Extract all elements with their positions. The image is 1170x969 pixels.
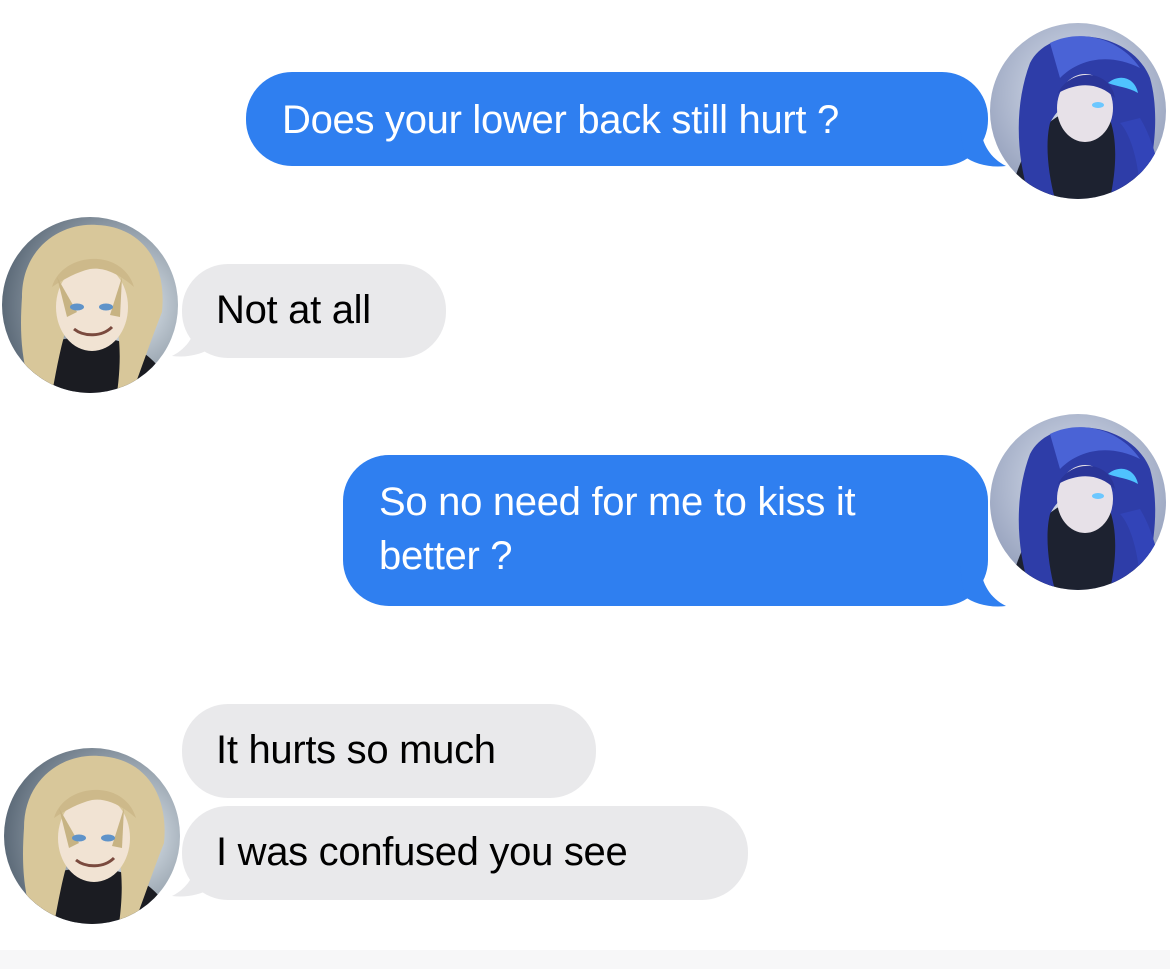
received-message-bubble[interactable]: I was confused you see [182,806,748,900]
sender-avatar[interactable] [990,23,1166,199]
sender-avatar[interactable] [990,414,1166,590]
sent-message-bubble[interactable]: Does your lower back still hurt ? [246,72,988,166]
blue-haired-character-avatar-icon [990,23,1166,199]
blonde-character-avatar-icon [4,748,180,924]
bottom-strip [0,950,1170,969]
chat-thread: Does your lower back still hurt ? Not at… [0,0,1170,969]
blonde-character-avatar-icon [2,217,178,393]
sent-message-bubble[interactable]: So no need for me to kiss it better ? [343,455,988,606]
sent-bubble-tail [960,566,1006,607]
received-message-bubble[interactable]: Not at all [182,264,446,358]
blue-haired-character-avatar-icon [990,414,1166,590]
received-message-bubble[interactable]: It hurts so much [182,704,596,798]
receiver-avatar[interactable] [4,748,180,924]
receiver-avatar[interactable] [2,217,178,393]
